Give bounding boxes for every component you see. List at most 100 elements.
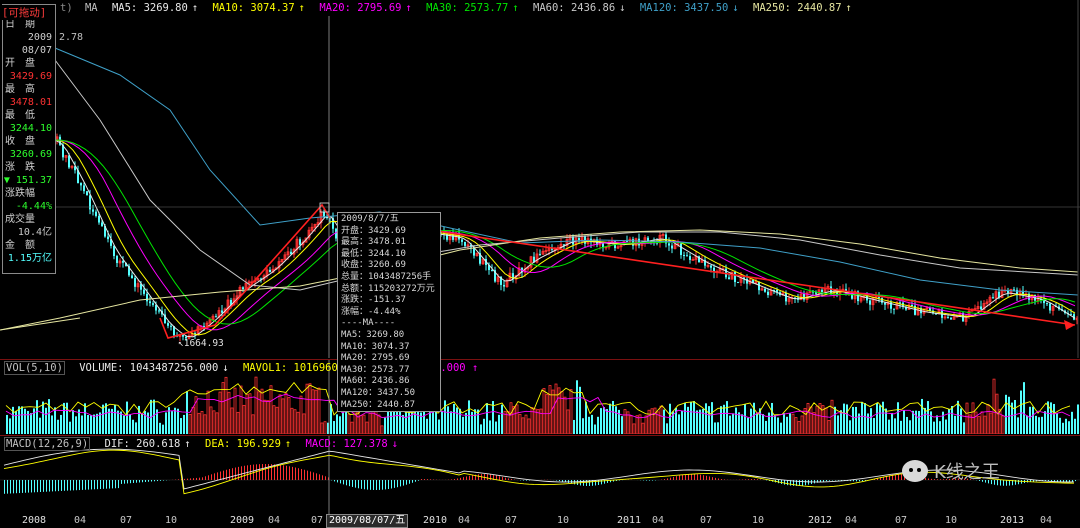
volume-bar <box>69 421 71 434</box>
low-label: 最 低 <box>5 110 35 121</box>
volume-bar <box>459 408 461 434</box>
macd-histogram-bar <box>724 479 725 480</box>
volume-bar <box>837 415 839 434</box>
macd-histogram-bar <box>82 480 83 490</box>
volume-bar <box>777 417 779 434</box>
volume-bar <box>789 413 791 434</box>
macd-histogram-bar <box>79 480 80 491</box>
macd-histogram-bar <box>19 480 20 494</box>
volume-bar <box>350 421 354 434</box>
macd-histogram-bar <box>124 480 125 484</box>
volume-bar <box>870 408 872 434</box>
macd-histogram-bar <box>46 480 47 492</box>
macd-histogram-bar <box>1075 480 1076 482</box>
candle-body <box>764 288 766 292</box>
volume-bar <box>441 410 443 434</box>
volume-bar <box>717 422 719 434</box>
macd-histogram-bar <box>217 472 218 480</box>
macd-histogram-bar <box>925 477 926 480</box>
down-arrow-icon: ↓ <box>619 2 626 14</box>
candle-body <box>683 254 685 256</box>
volume-bar <box>90 415 92 434</box>
macd-histogram-bar <box>754 479 755 480</box>
volume-bar <box>609 403 611 434</box>
volume-bar <box>498 414 500 434</box>
volume-panel[interactable]: VOL(5,10) VOLUME: 1043487256.000 ↓ MAVOL1… <box>0 360 1080 434</box>
volume-bar <box>81 415 83 434</box>
macd-histogram-bar <box>859 480 860 482</box>
volume-bar <box>212 410 216 434</box>
volume-bar <box>681 410 683 434</box>
volume-bar <box>239 385 243 434</box>
macd-histogram-bar <box>646 480 647 481</box>
volume-bar <box>527 418 531 434</box>
volume-bar <box>735 407 737 434</box>
volume-bar <box>666 423 668 434</box>
candle-body <box>134 278 136 287</box>
volume-bar <box>368 413 372 434</box>
volume-bar <box>554 383 558 434</box>
macd-histogram-bar <box>901 474 902 480</box>
macd-histogram-bar <box>205 476 206 480</box>
candle-body <box>1046 303 1048 305</box>
volume-bar <box>177 408 179 434</box>
volume-bar <box>453 403 455 434</box>
macd-indicator-label[interactable]: MACD(12,26,9) <box>4 437 91 451</box>
macd-histogram-bar <box>505 477 506 480</box>
volume-bar <box>45 407 47 434</box>
volume-bar <box>36 400 38 434</box>
tooltip-ma250: MA250：2440.87 <box>341 399 416 410</box>
macd-histogram-bar <box>499 476 500 480</box>
volume-bar <box>906 416 908 434</box>
volume-bar <box>480 424 482 434</box>
volume-bar <box>251 414 255 434</box>
axis-tick-label: 07 <box>120 515 133 526</box>
macd-histogram-bar <box>694 474 695 480</box>
ma120-value: MA120: 3437.50 <box>639 2 729 14</box>
volume-bar <box>105 403 107 434</box>
dif-value: DIF: 260.618 <box>104 438 181 450</box>
volume-bar <box>629 415 633 434</box>
volume-bar <box>939 421 941 434</box>
symbol-suffix: t) <box>60 2 73 14</box>
macd-histogram-bar <box>145 480 146 482</box>
volume-bar <box>1077 404 1079 434</box>
pct-value: -4.44% <box>15 201 52 212</box>
macd-histogram-bar <box>523 480 524 481</box>
down-arrow-icon: ↓ <box>732 2 739 14</box>
volume-bar <box>933 421 935 434</box>
volume-bar <box>1053 403 1055 434</box>
drag-handle[interactable]: [可拖动] <box>2 5 47 20</box>
axis-tick-label: 10 <box>752 515 765 526</box>
volume-bar <box>815 405 819 434</box>
volume-bar <box>542 387 546 434</box>
macd-histogram-bar <box>121 480 122 484</box>
price-panel[interactable]: t) MA MA5: 3269.80 ↑ MA10: 3074.37 ↑ MA20:… <box>0 0 1080 358</box>
candle-body <box>92 209 94 212</box>
volume-bar <box>714 422 716 434</box>
volume-bar <box>269 385 273 434</box>
tooltip-low: 最低：3244.10 <box>341 248 406 259</box>
macd-histogram-bar <box>211 474 212 480</box>
candle-body <box>737 282 739 284</box>
macd-histogram-bar <box>349 480 350 487</box>
volume-bar <box>191 406 195 434</box>
vol-indicator-label[interactable]: VOL(5,10) <box>4 361 65 375</box>
macd-histogram-bar <box>367 480 368 490</box>
volume-bar <box>290 407 294 434</box>
volume-bar <box>1017 417 1019 434</box>
candlestick-chart[interactable] <box>0 0 1080 358</box>
macd-histogram-bar <box>502 476 503 480</box>
volume-bar <box>1068 421 1070 434</box>
macd-histogram-bar <box>334 480 335 482</box>
macd-histogram-bar <box>376 480 377 490</box>
macd-histogram-bar <box>568 480 569 483</box>
macd-histogram-bar <box>7 480 8 494</box>
up-arrow-icon: ↑ <box>471 362 479 374</box>
volume-bar <box>900 420 902 434</box>
volume-bar <box>830 399 834 434</box>
volume-bar <box>606 409 608 434</box>
macd-histogram-bar <box>16 480 17 494</box>
macd-histogram-bar <box>49 480 50 492</box>
candle-body <box>680 243 682 255</box>
